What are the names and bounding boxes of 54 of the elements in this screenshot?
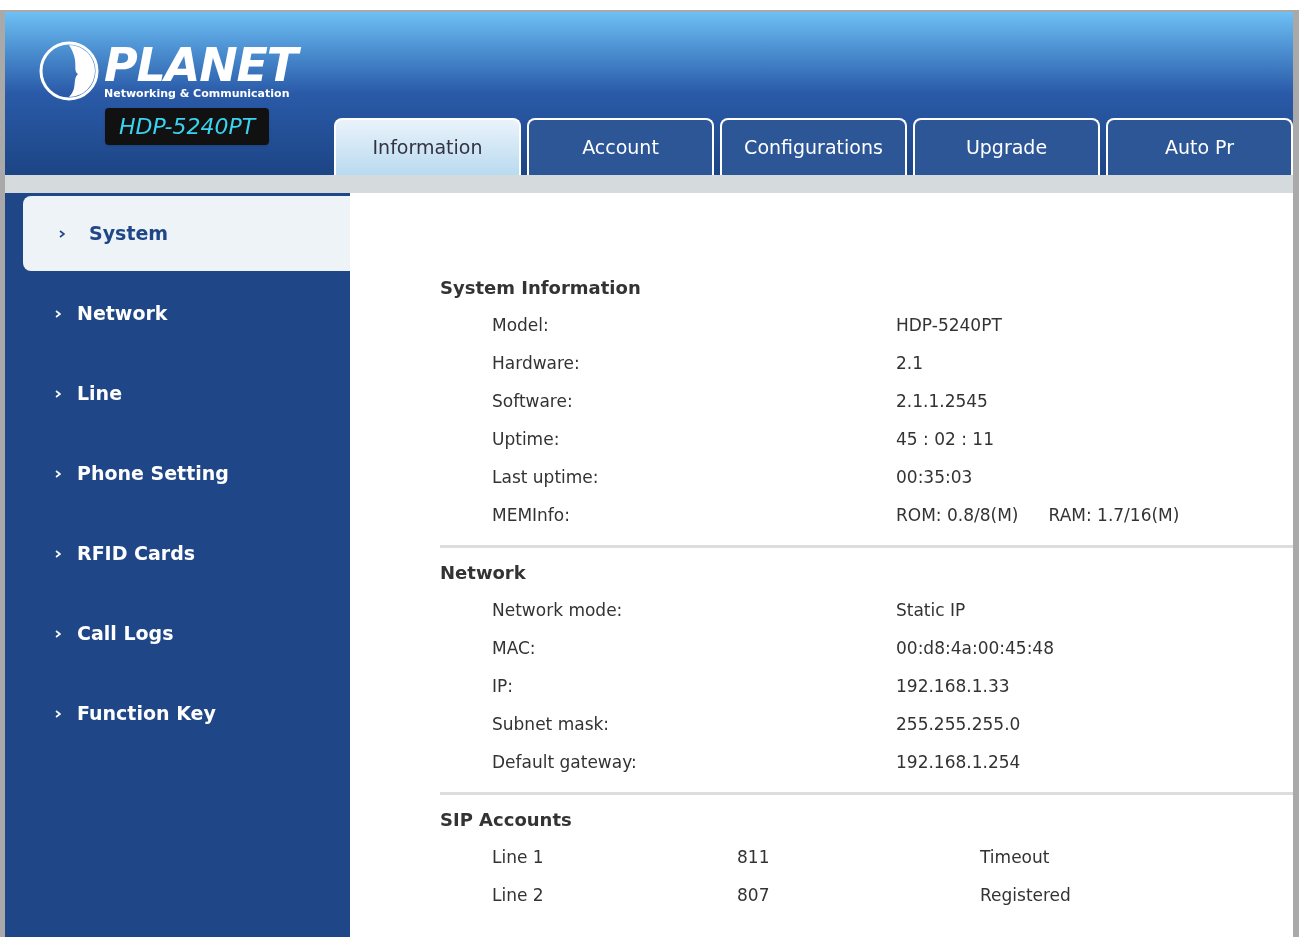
tab[interactable]: Upgrade: [913, 118, 1100, 175]
sidebar-item[interactable]: System: [23, 196, 350, 271]
model-badge: HDP-5240PT: [105, 108, 270, 145]
sidebar-item[interactable]: Line: [5, 356, 350, 431]
field-value: 00:35:03: [896, 466, 973, 490]
field-value: 255.255.255.0: [896, 713, 1021, 737]
field-label: Model:: [491, 314, 550, 338]
chevron-icon: [55, 549, 61, 558]
field-value: 45 : 02 : 11: [896, 428, 994, 452]
chevron-icon: [59, 229, 65, 238]
chevron-icon: [55, 629, 61, 638]
field-value: 192.168.1.254: [896, 751, 1021, 775]
chevron-icon: [55, 469, 61, 478]
sidebar-item[interactable]: RFID Cards: [5, 516, 350, 591]
tab[interactable]: Information: [334, 118, 521, 175]
field-value: RAM: 1.7/16(M): [1048, 504, 1180, 528]
sidebar-item[interactable]: Function Key: [5, 676, 350, 751]
sidebar-item[interactable]: Call Logs: [5, 596, 350, 671]
section-heading: System Information: [440, 276, 642, 300]
field-label: Default gateway:: [491, 751, 638, 775]
field-label: Network mode:: [491, 599, 624, 623]
field-value: 2.1.1.2545: [896, 390, 988, 414]
line-name: Line 2: [491, 884, 545, 908]
chevron-icon: [55, 709, 61, 718]
section-heading: Network: [440, 561, 527, 585]
field-value: 00:d8:4a:00:45:48: [896, 637, 1054, 661]
tab[interactable]: Configurations: [720, 118, 907, 175]
tab[interactable]: Account: [527, 118, 714, 175]
logo-icon: [38, 40, 100, 102]
sidebar-item[interactable]: Phone Setting: [5, 436, 350, 511]
account-number: 811: [737, 846, 771, 870]
registration-status: Registered: [980, 884, 1071, 908]
section-heading: SIP Accounts: [440, 808, 573, 832]
field-label: Last uptime:: [491, 466, 600, 490]
registration-status: Timeout: [980, 846, 1050, 870]
field-value: 2.1: [896, 352, 924, 376]
field-label: MEMInfo:: [491, 504, 571, 528]
field-value: HDP-5240PT: [896, 314, 1002, 338]
sidebar-item[interactable]: Network: [5, 276, 350, 351]
field-label: Hardware:: [491, 352, 581, 376]
field-value: 192.168.1.33: [896, 675, 1010, 699]
field-label: Subnet mask:: [491, 713, 611, 737]
account-number: 807: [737, 884, 771, 908]
chevron-icon: [55, 309, 61, 318]
field-value: Static IP: [896, 599, 966, 623]
tab[interactable]: Auto Pr: [1106, 118, 1293, 175]
field-value: ROM: 0.8/8(M): [896, 504, 1019, 528]
chevron-icon: [55, 389, 61, 398]
field-label: MAC:: [491, 637, 537, 661]
field-label: Software:: [491, 390, 574, 414]
brand-tagline: Networking & Communication: [104, 88, 291, 100]
field-label: Uptime:: [491, 428, 561, 452]
field-label: IP:: [491, 675, 514, 699]
line-name: Line 1: [491, 846, 545, 870]
